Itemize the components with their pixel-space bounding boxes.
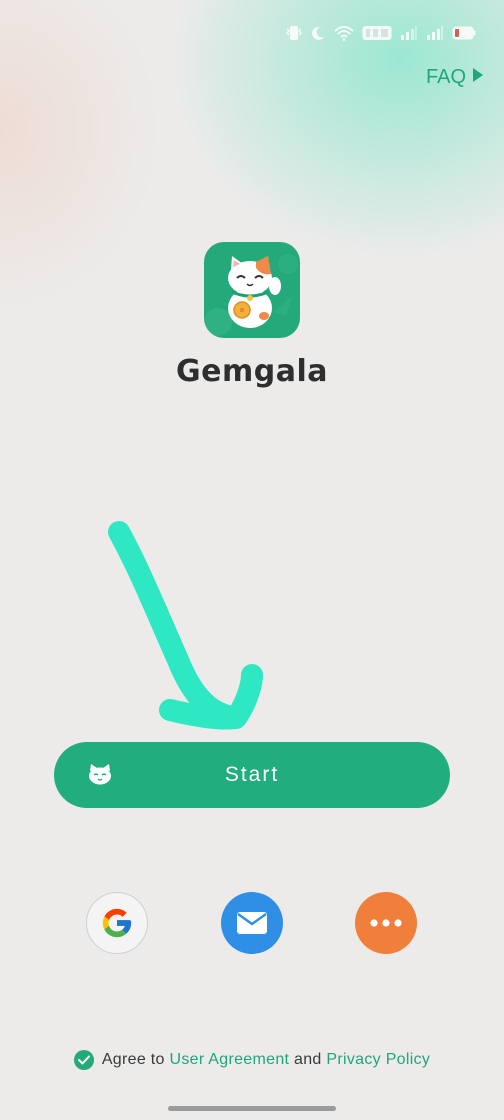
google-icon — [102, 908, 132, 938]
wifi-icon — [334, 25, 354, 41]
checkmark-icon — [77, 1055, 90, 1065]
agreement-and: and — [294, 1051, 322, 1068]
start-button-label: Start — [224, 763, 280, 786]
hd-icon — [362, 25, 392, 41]
more-dots-icon — [370, 919, 402, 927]
lucky-cat-logo — [204, 254, 298, 336]
privacy-policy-link[interactable]: Privacy Policy — [326, 1051, 430, 1069]
app-name: Gemgala — [176, 354, 328, 389]
mail-icon — [237, 912, 267, 934]
agreement-prefix: Agree to — [101, 1051, 165, 1068]
faq-link[interactable]: FAQ — [426, 66, 484, 89]
vibrate-icon — [286, 24, 302, 42]
status-bar — [286, 20, 476, 46]
do-not-disturb-moon-icon — [310, 25, 326, 41]
faq-label: FAQ — [425, 66, 466, 88]
more-login-options-button[interactable] — [355, 892, 417, 954]
battery-icon — [452, 25, 476, 41]
app-logo — [204, 242, 300, 338]
signal-icon — [426, 25, 444, 41]
home-indicator[interactable] — [168, 1106, 336, 1111]
start-button[interactable]: Start — [54, 742, 450, 808]
email-login-button[interactable] — [221, 892, 283, 954]
signal-icon — [400, 25, 418, 41]
agreement-row: Agree to User Agreement and Privacy Poli… — [0, 1050, 504, 1070]
agreement-checkbox[interactable] — [73, 1050, 94, 1070]
play-triangle-icon — [472, 66, 484, 89]
user-agreement-link[interactable]: User Agreement — [169, 1051, 289, 1069]
google-login-button[interactable] — [86, 892, 148, 954]
